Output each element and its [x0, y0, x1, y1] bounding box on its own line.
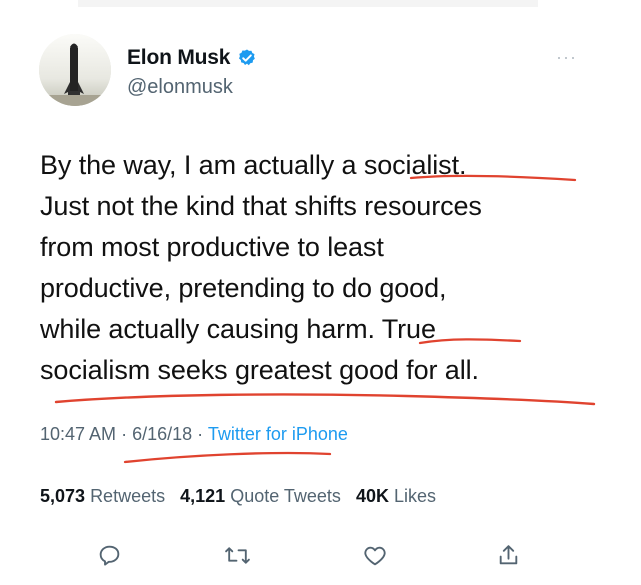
quote-tweets-count: 4,121: [180, 486, 226, 506]
tweet-line: productive, pretending to do good,: [40, 273, 447, 303]
tweet-date[interactable]: 6/16/18: [132, 424, 192, 444]
tweet-card: Elon Musk @elonmusk ··· By the way, I am…: [0, 0, 641, 585]
author-handle[interactable]: @elonmusk: [127, 75, 233, 99]
tweet-stats: 5,073 Retweets 4,121 Quote Tweets 40K Li…: [40, 484, 446, 508]
rocket-avatar-icon: [39, 34, 111, 106]
like-button[interactable]: [361, 541, 389, 569]
tweet-line: By the way, I am actually a socialist.: [40, 150, 467, 180]
likes-stat[interactable]: 40K Likes: [356, 486, 436, 506]
avatar[interactable]: [39, 34, 111, 106]
retweets-count: 5,073: [40, 486, 86, 506]
share-icon: [499, 544, 517, 564]
tweet-line: socialism seeks greatest good for all.: [40, 355, 479, 385]
tweet-metadata: 10:47 AM · 6/16/18 · Twitter for iPhone: [40, 422, 348, 446]
tweet-actions: [95, 541, 535, 571]
tweet-text: By the way, I am actually a socialist. J…: [40, 145, 615, 391]
tweet-line: from most productive to least: [40, 232, 384, 262]
more-options-button[interactable]: ···: [556, 48, 577, 66]
likes-label: Likes: [393, 486, 437, 506]
quote-tweets-label: Quote Tweets: [230, 486, 341, 506]
author-display-name[interactable]: Elon Musk: [127, 46, 230, 70]
reply-icon: [99, 545, 119, 565]
author-name-row[interactable]: Elon Musk: [127, 46, 257, 70]
retweet-button[interactable]: [223, 541, 251, 569]
tweet-source-link[interactable]: Twitter for iPhone: [208, 424, 348, 444]
share-button[interactable]: [494, 541, 522, 569]
tweet-line: while actually causing harm. True: [40, 314, 436, 344]
quote-tweets-stat[interactable]: 4,121 Quote Tweets: [180, 486, 346, 506]
metadata-separator: ·: [197, 424, 204, 444]
metadata-separator: ·: [121, 424, 128, 444]
likes-count: 40K: [355, 486, 389, 506]
tweet-line: Just not the kind that shifts resources: [40, 191, 482, 221]
heart-icon: [364, 546, 386, 565]
reply-button[interactable]: [95, 541, 123, 569]
retweets-label: Retweets: [90, 486, 166, 506]
retweets-stat[interactable]: 5,073 Retweets: [40, 486, 170, 506]
tweet-time[interactable]: 10:47 AM: [40, 424, 116, 444]
verified-badge-icon: [237, 48, 257, 68]
retweet-icon: [224, 546, 250, 564]
